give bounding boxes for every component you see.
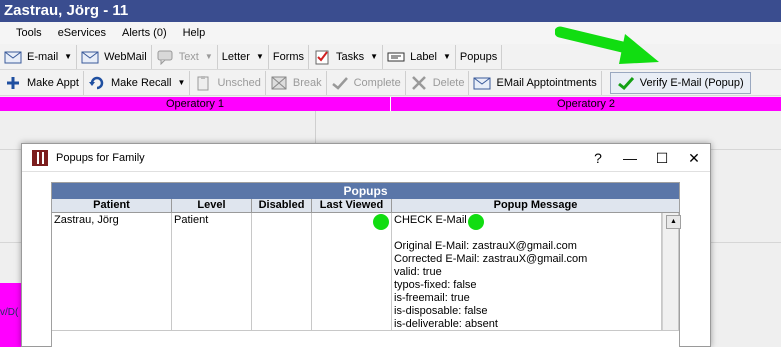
cell-disabled <box>252 213 312 330</box>
table-header-row: Patient Level Disabled Last Viewed Popup… <box>52 199 679 213</box>
close-button[interactable]: ✕ <box>678 150 710 167</box>
dialog-titlebar: Popups for Family ? — ☐ ✕ <box>22 144 710 172</box>
window-title: Zastrau, Jörg - 11 <box>0 0 781 22</box>
column-header-level[interactable]: Level <box>172 199 252 212</box>
popups-button[interactable]: Popups <box>456 44 503 69</box>
checklist-icon <box>313 49 331 65</box>
table-row[interactable]: Zastrau, Jörg Patient CHECK E-Mail Origi… <box>52 213 681 330</box>
email-button[interactable]: E-mail ▼ <box>0 44 78 69</box>
chevron-down-icon[interactable]: ▼ <box>370 52 378 61</box>
operatory-1-label: Operatory 1 <box>0 97 391 111</box>
appointment-toolbar: Make Appt Make Recall ▼ Unsched Break Co… <box>0 70 781 96</box>
forms-button[interactable]: Forms <box>269 44 310 69</box>
delete-button[interactable]: Delete <box>406 70 470 95</box>
make-recall-button[interactable]: Make Recall ▼ <box>84 70 191 95</box>
make-appt-button[interactable]: Make Appt <box>0 70 84 95</box>
checkmark-icon <box>331 75 349 91</box>
complete-button[interactable]: Complete <box>327 70 406 95</box>
message-line <box>394 227 659 240</box>
menu-alerts[interactable]: Alerts (0) <box>122 27 167 39</box>
column-header-last-viewed[interactable]: Last Viewed <box>312 199 392 212</box>
message-line: typos-fixed: false <box>394 279 477 291</box>
chevron-down-icon[interactable]: ▼ <box>256 52 264 61</box>
message-line: CHECK E-Mail <box>394 214 467 226</box>
text-button[interactable]: Text ▼ <box>152 44 218 69</box>
chevron-down-icon[interactable]: ▼ <box>178 78 186 87</box>
checkmark-icon <box>617 75 635 91</box>
table-title: Popups <box>52 183 679 199</box>
menu-help[interactable]: Help <box>183 27 206 39</box>
x-icon <box>410 75 428 91</box>
tasks-button[interactable]: Tasks ▼ <box>309 44 384 69</box>
break-button[interactable]: Break <box>266 70 327 95</box>
annotation-arrow-icon <box>555 26 659 64</box>
maximize-button[interactable]: ☐ <box>646 150 678 167</box>
chevron-down-icon[interactable]: ▼ <box>205 52 213 61</box>
verify-email-button[interactable]: Verify E-Mail (Popup) <box>609 71 751 94</box>
column-header-popup-message[interactable]: Popup Message <box>392 199 679 212</box>
chevron-down-icon[interactable]: ▼ <box>64 52 72 61</box>
dialog-title: Popups for Family <box>56 151 145 164</box>
operatory-2-label: Operatory 2 <box>556 98 616 110</box>
appointment-text: v/D( <box>0 307 19 318</box>
help-button[interactable]: ? <box>582 150 614 166</box>
table-footer <box>52 330 679 347</box>
message-line: is-deliverable: absent <box>394 318 498 330</box>
envelope-icon <box>4 49 22 65</box>
menu-eservices[interactable]: eServices <box>58 27 106 39</box>
annotation-dot <box>373 214 389 230</box>
envelope-icon <box>473 75 491 91</box>
message-line: is-disposable: false <box>394 305 488 317</box>
operatory-header: Operatory 1 Operatory 2 <box>0 97 781 111</box>
cell-popup-message: CHECK E-Mail Original E-Mail: zastrauX@g… <box>392 213 662 330</box>
app-icon <box>32 149 48 166</box>
clipboard-icon <box>194 75 212 91</box>
popups-table: Popups Patient Level Disabled Last Viewe… <box>51 182 681 347</box>
scroll-up-icon[interactable]: ▲ <box>666 215 681 229</box>
message-line: is-freemail: true <box>394 292 470 304</box>
plus-icon <box>4 75 22 91</box>
chevron-down-icon[interactable]: ▼ <box>443 52 451 61</box>
annotation-dot <box>468 214 484 230</box>
refresh-icon <box>88 75 106 91</box>
minimize-button[interactable]: — <box>614 150 646 166</box>
column-header-patient[interactable]: Patient <box>52 199 172 212</box>
cell-patient: Zastrau, Jörg <box>52 213 172 330</box>
letter-button[interactable]: Letter ▼ <box>218 44 269 69</box>
webmail-button[interactable]: WebMail <box>77 44 152 69</box>
cell-level: Patient <box>172 213 252 330</box>
vertical-scrollbar[interactable]: ▲ <box>662 213 681 330</box>
message-line: Original E-Mail: zastrauX@gmail.com <box>394 240 577 252</box>
message-line: Corrected E-Mail: zastrauX@gmail.com <box>394 253 588 265</box>
cell-last-viewed <box>312 213 392 330</box>
label-button[interactable]: Label ▼ <box>383 44 456 69</box>
envelope-icon <box>81 49 99 65</box>
break-icon <box>270 75 288 91</box>
label-icon <box>387 49 405 65</box>
menu-tools[interactable]: Tools <box>16 27 42 39</box>
popups-dialog: Popups for Family ? — ☐ ✕ Popups Patient… <box>21 143 711 347</box>
chat-bubble-icon <box>156 49 174 65</box>
message-line: valid: true <box>394 266 442 278</box>
column-header-disabled[interactable]: Disabled <box>252 199 312 212</box>
unsched-button[interactable]: Unsched <box>190 70 266 95</box>
email-appointments-button[interactable]: EMail Apptointments <box>469 70 602 95</box>
